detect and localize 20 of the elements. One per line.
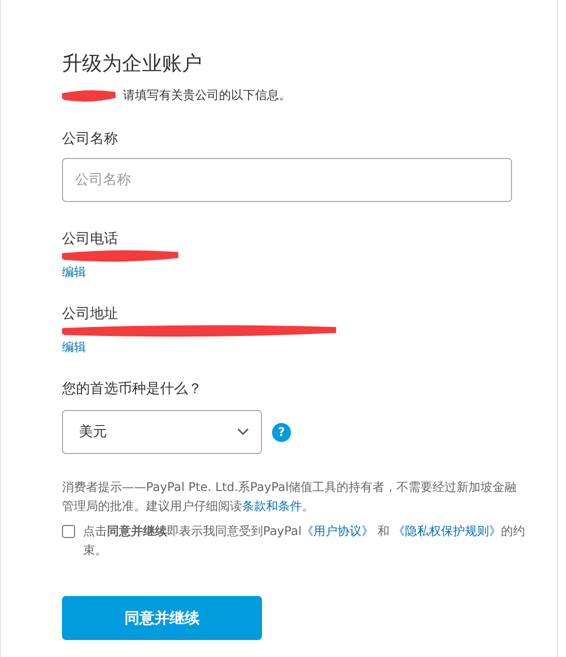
privacy-policy-link[interactable]: 《隐私权保护规则》	[393, 524, 502, 538]
field-label: 公司地址	[62, 305, 119, 323]
consent-text: 点击同意并继续即表示我同意受到PayPal《用户协议》 和 《隐私权保护规则》的约束。	[83, 523, 526, 559]
notice-text: 消费者提示——PayPal Pte. Ltd.系PayPal储值工具的持有者，不需要经过新加坡金融管理局的批准。建议用户仔细阅读条款和条件。	[62, 479, 518, 515]
redaction-mark	[62, 90, 117, 102]
help-button[interactable]: ?	[272, 422, 291, 442]
currency-select[interactable]: 美元	[62, 410, 262, 454]
chevron-down-icon	[237, 428, 249, 436]
terms-link[interactable]: 条款和条件	[242, 499, 302, 513]
company-name-field[interactable]: 公司名称	[62, 158, 512, 202]
field-label: 公司电话	[62, 230, 119, 248]
intro-text: 请填写有关贵公司的以下信息。	[123, 87, 291, 104]
edit-link[interactable]: 编辑	[62, 339, 557, 356]
edit-link[interactable]: 编辑	[62, 264, 557, 281]
field-label: 公司名称	[62, 130, 119, 148]
field-label: 您的首选币种是什么？	[62, 380, 203, 398]
user-agreement-link[interactable]: 《用户协议》	[302, 524, 374, 538]
consent-checkbox[interactable]	[62, 525, 75, 538]
agree-continue-button[interactable]: 同意并继续	[62, 596, 262, 640]
page-title: 升级为企业账户	[62, 50, 203, 77]
